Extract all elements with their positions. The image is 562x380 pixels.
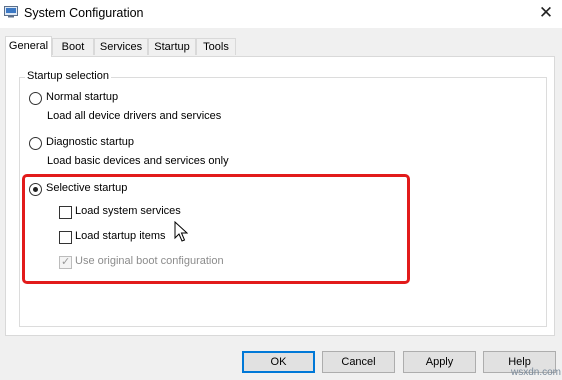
tab-boot[interactable]: Boot: [52, 38, 94, 55]
apply-button[interactable]: Apply: [403, 351, 476, 373]
normal-startup-description: Load all device drivers and services: [47, 110, 222, 122]
close-icon: ✕: [538, 3, 554, 22]
tab-tools[interactable]: Tools: [196, 38, 236, 55]
tab-services[interactable]: Services: [94, 38, 148, 55]
diagnostic-startup-label: Diagnostic startup: [46, 136, 135, 148]
close-button[interactable]: ✕: [530, 0, 562, 28]
watermark: wsxdn.com: [511, 367, 562, 378]
mouse-pointer-icon: [174, 221, 188, 242]
title-bar: System Configuration ✕: [0, 0, 562, 28]
window-title: System Configuration: [24, 6, 144, 20]
startup-selection-legend: Startup selection: [25, 70, 111, 82]
cancel-button[interactable]: Cancel: [322, 351, 395, 373]
msconfig-icon: [4, 6, 18, 18]
tab-general[interactable]: General: [5, 36, 52, 57]
ok-button[interactable]: OK: [242, 351, 315, 373]
normal-startup-label: Normal startup: [46, 91, 119, 103]
normal-startup-radio[interactable]: [29, 92, 42, 105]
selective-startup-highlight: [22, 174, 410, 284]
diagnostic-startup-description: Load basic devices and services only: [47, 155, 229, 167]
tab-startup[interactable]: Startup: [148, 38, 196, 55]
diagnostic-startup-radio[interactable]: [29, 137, 42, 150]
